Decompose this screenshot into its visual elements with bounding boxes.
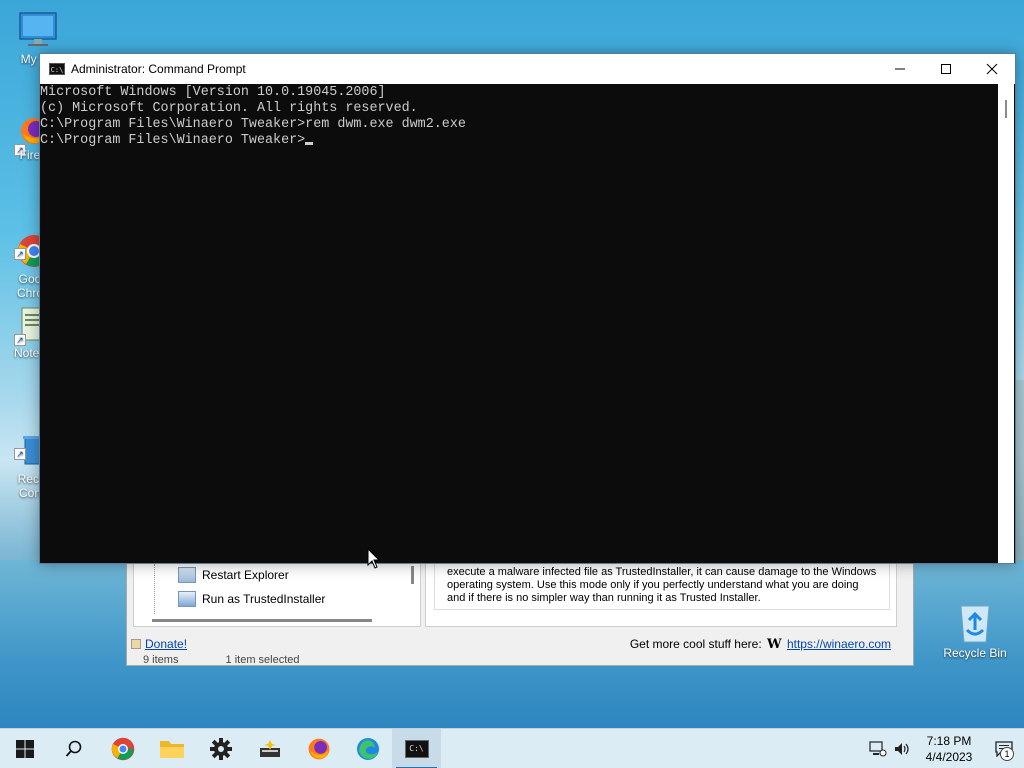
tree-item-label: Restart Explorer (202, 568, 289, 582)
search-button[interactable] (49, 729, 98, 768)
taskbar-edge[interactable] (343, 729, 392, 768)
tree-vertical-scrollbar[interactable] (411, 566, 414, 584)
console-line: C:\Program Files\Winaero Tweaker>rem dwm… (40, 117, 466, 132)
description-text: execute a malware infected file as Trust… (434, 564, 890, 610)
shortcut-arrow-icon: ↗ (14, 248, 26, 260)
console-line: (c) Microsoft Corporation. All rights re… (40, 101, 418, 116)
network-icon[interactable] (866, 729, 890, 768)
minimize-button[interactable] (877, 54, 923, 84)
taskbar: C:\ 7:18 PM 4/4/2023 1 (0, 728, 1024, 768)
shortcut-arrow-icon: ↗ (14, 334, 26, 346)
selection-count: 1 item selected (225, 655, 300, 665)
tree-item-restart-explorer[interactable]: Restart Explorer (178, 565, 289, 585)
console-output[interactable]: Microsoft Windows [Version 10.0.19045.20… (40, 84, 998, 563)
firefox-icon (308, 738, 329, 759)
more-stuff-area: Get more cool stuff here: W https://wina… (630, 637, 891, 652)
donate-link[interactable]: Donate! (145, 637, 187, 651)
cmd-icon: C:\ (49, 63, 65, 75)
scrollbar-thumb[interactable] (1005, 100, 1007, 118)
taskbar-chrome[interactable] (98, 729, 147, 768)
taskbar-firefox[interactable] (294, 729, 343, 768)
winaero-url-link[interactable]: https://winaero.com (787, 637, 891, 651)
notification-center-button[interactable]: 1 (984, 729, 1024, 768)
close-button[interactable] (969, 54, 1015, 84)
search-icon (65, 740, 81, 757)
close-icon (986, 63, 998, 75)
tweaker-icon (259, 739, 280, 757)
recycle-bin-icon (955, 600, 995, 646)
monitor-icon (18, 10, 58, 50)
explorer-status-bar: 9 items 1 item selected (127, 655, 913, 665)
window-controls (877, 54, 1015, 84)
mouse-cursor-icon (367, 548, 381, 569)
minimize-icon (895, 68, 905, 70)
taskbar-winaero-tweaker[interactable] (245, 729, 294, 768)
tree-item-run-as-trustedinstaller[interactable]: Run as TrustedInstaller (178, 589, 325, 609)
windows-logo-icon (15, 739, 34, 758)
clock-time: 7:18 PM (926, 734, 972, 748)
tree-horizontal-scrollbar[interactable] (152, 619, 372, 622)
system-tray: 7:18 PM 4/4/2023 1 (866, 729, 1024, 768)
volume-icon[interactable] (890, 729, 914, 768)
console-line: Microsoft Windows [Version 10.0.19045.20… (40, 85, 386, 100)
start-button[interactable] (0, 729, 49, 768)
cmd-title-bar[interactable]: C:\ Administrator: Command Prompt (40, 54, 1015, 84)
desktop-icon-recycle-bin[interactable]: Recycle Bin (942, 600, 1008, 660)
trustedinstaller-icon (178, 591, 196, 607)
tree-item-label: Run as TrustedInstaller (202, 592, 326, 606)
tree-connector (154, 564, 155, 614)
console-prompt: C:\Program Files\Winaero Tweaker> (40, 133, 306, 148)
maximize-button[interactable] (923, 54, 969, 84)
gear-icon (209, 737, 232, 760)
taskbar-file-explorer[interactable] (147, 729, 196, 768)
items-count: 9 items (143, 655, 179, 665)
cmd-vertical-scrollbar[interactable] (998, 84, 1014, 563)
desktop-icon-label: Fire (19, 148, 41, 162)
clock[interactable]: 7:18 PM 4/4/2023 (914, 733, 984, 765)
tree-panel[interactable]: Restart Explorer Run as TrustedInstaller (133, 563, 421, 627)
more-stuff-text: Get more cool stuff here: (629, 636, 762, 651)
text-cursor (305, 142, 314, 145)
winaero-tweaker-window: Restart Explorer Run as TrustedInstaller… (126, 560, 914, 666)
clock-date: 4/4/2023 (925, 750, 973, 764)
notification-badge: 1 (1000, 747, 1014, 761)
explorer-icon (178, 567, 196, 583)
taskbar-command-prompt[interactable]: C:\ (392, 728, 441, 768)
chrome-icon (111, 737, 134, 760)
winaero-status-bar: Donate! Get more cool stuff here: W http… (127, 633, 895, 655)
description-panel: execute a malware infected file as Trust… (425, 563, 897, 627)
maximize-icon (941, 64, 951, 74)
folder-icon (159, 740, 184, 758)
window-title: Administrator: Command Prompt (71, 62, 246, 76)
shortcut-arrow-icon: ↗ (14, 448, 26, 460)
donate-area: Donate! (131, 637, 187, 651)
recycle-bin-label: Recycle Bin (943, 646, 1007, 660)
edge-icon (356, 737, 379, 760)
command-prompt-window[interactable]: C:\ Administrator: Command Prompt Micros… (39, 53, 1016, 564)
taskbar-settings[interactable] (196, 729, 245, 768)
donate-icon (131, 639, 141, 649)
console-prompt-line: C:\Program Files\Winaero Tweaker> (40, 133, 998, 149)
winaero-logo-icon: W (767, 636, 782, 652)
cmd-icon: C:\ (404, 739, 429, 758)
